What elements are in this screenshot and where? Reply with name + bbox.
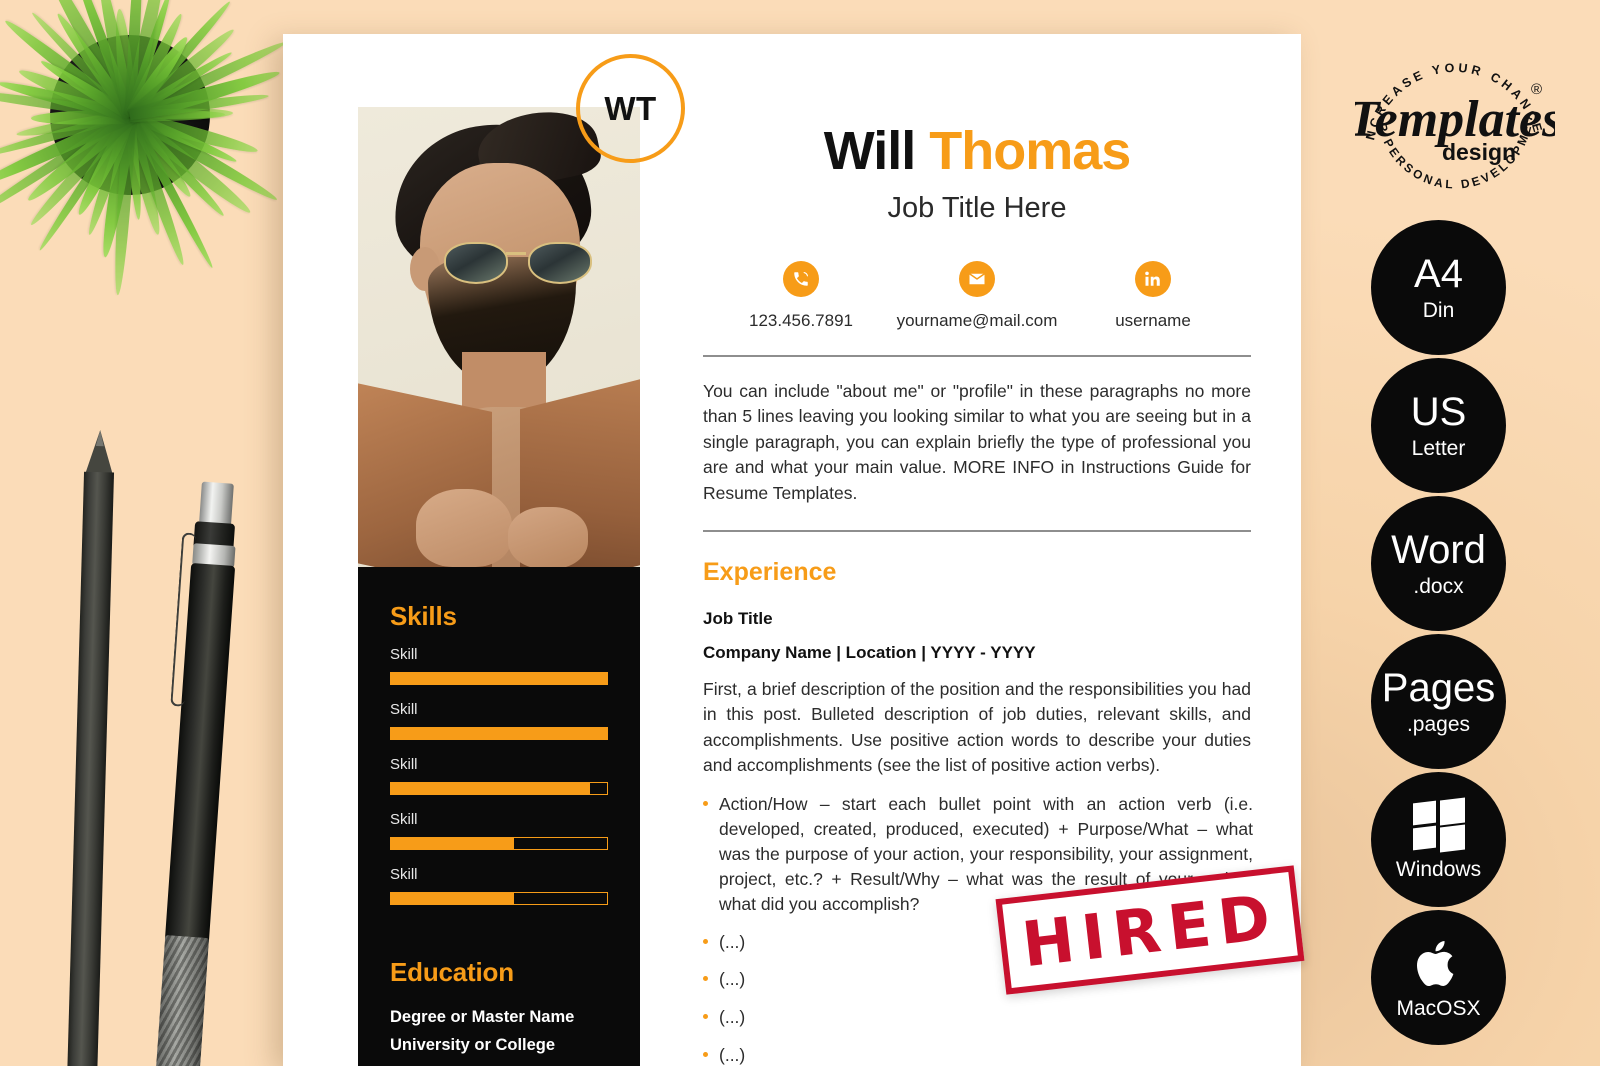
phone-icon (783, 261, 819, 297)
us-letter-badge-subtitle: Letter (1411, 437, 1466, 460)
portrait-sunglasses (444, 242, 592, 286)
contact-phone-value: 123.456.7891 (749, 311, 853, 330)
skill-bar-fill (391, 893, 515, 904)
email-icon (959, 261, 995, 297)
experience-job-title: Job Title (703, 608, 773, 628)
pages-badge: Pages .pages (1371, 634, 1506, 769)
education-entry: Degree or Master Name University or Coll… (358, 1008, 640, 1055)
contact-email[interactable]: yourname@mail.com (889, 261, 1065, 331)
skill-bar (390, 672, 608, 685)
skill-bar (390, 837, 608, 850)
candidate-name: Will Thomas (701, 124, 1253, 178)
education-school: University or College (390, 1036, 556, 1054)
skill-bar-fill (391, 838, 515, 849)
sunglasses-right-lens (528, 242, 592, 284)
windows-badge-label: Windows (1395, 858, 1482, 881)
a4-badge: A4 Din (1371, 220, 1506, 355)
skills-heading: Skills (390, 601, 457, 631)
hired-stamp-text: HIRED (1018, 879, 1282, 981)
svg-text:design: design (1442, 139, 1516, 165)
contact-phone[interactable]: 123.456.7891 (713, 261, 889, 331)
pen-cap (199, 481, 234, 526)
windows-logo-icon (1412, 797, 1465, 853)
experience-bullet: (...) (703, 1005, 1253, 1030)
us-letter-badge: US Letter (1371, 358, 1506, 493)
contact-email-value: yourname@mail.com (896, 311, 1058, 330)
skill-bar (390, 727, 608, 740)
sunglasses-left-lens (444, 242, 508, 284)
contact-linkedin[interactable]: username (1065, 261, 1241, 331)
divider-top (703, 355, 1251, 357)
monogram-badge: WT (576, 54, 685, 163)
templates-design-logo: INCREASE YOUR CHANCES FOR PERSONAL DEVEL… (1355, 28, 1555, 218)
macosx-badge: MacOSX (1371, 910, 1506, 1045)
experience-heading: Experience (703, 557, 837, 586)
windows-badge: Windows (1371, 772, 1506, 907)
skill-bar (390, 892, 608, 905)
mockup-stage: Skills Skill Skill Skill Skill Skill Educati… (0, 0, 1600, 1066)
skill-label: Skill (390, 646, 418, 663)
candidate-first-name: Will (823, 121, 917, 181)
pencil-lead (95, 430, 105, 447)
portrait-hand-left (416, 489, 512, 567)
candidate-job-title: Job Title Here (887, 192, 1067, 224)
macosx-badge-label: MacOSX (1396, 997, 1481, 1020)
skill-bar (390, 782, 608, 795)
experience-bullet: (...) (703, 1043, 1253, 1066)
experience-description: First, a brief description of the positi… (703, 678, 1251, 775)
contact-row: 123.456.7891 yourname@mail.com username (701, 261, 1253, 331)
monogram-initials: WT (604, 89, 657, 127)
skill-label: Skill (390, 756, 418, 773)
education-degree: Degree or Master Name (390, 1008, 575, 1026)
a4-badge-subtitle: Din (1422, 299, 1455, 322)
pages-badge-title: Pages (1381, 666, 1496, 710)
linkedin-icon (1135, 261, 1171, 297)
resume-left-column: Skills Skill Skill Skill Skill Skill Educati… (358, 34, 640, 1066)
sunglasses-bridge (506, 252, 526, 255)
education-heading: Education (390, 957, 514, 987)
candidate-last-name: Thomas (929, 121, 1131, 181)
skill-bar-fill (391, 783, 590, 794)
experience-company-line: Company Name | Location | YYYY - YYYY (703, 642, 1036, 662)
sidebar-dark-panel: Skills Skill Skill Skill Skill Skill Educati… (358, 567, 640, 1066)
pages-badge-subtitle: .pages (1406, 713, 1471, 736)
word-badge-subtitle: .docx (1413, 575, 1464, 598)
skill-label: Skill (390, 866, 418, 883)
skill-label: Skill (390, 701, 418, 718)
divider-bottom (703, 529, 1251, 532)
skill-label: Skill (390, 811, 418, 828)
us-letter-badge-title: US (1410, 390, 1467, 434)
a4-badge-title: A4 (1414, 252, 1463, 296)
format-badge-rail: INCREASE YOUR CHANCES FOR PERSONAL DEVEL… (1333, 14, 1583, 1054)
profile-photo (358, 107, 640, 567)
svg-text:®: ® (1531, 81, 1542, 98)
portrait-hand-right (508, 507, 588, 567)
profile-paragraph: You can include "about me" or "profile" … (703, 381, 1251, 503)
pen-grip (151, 935, 210, 1066)
word-badge-title: Word (1391, 528, 1486, 572)
skill-bar-fill (391, 728, 607, 739)
contact-linkedin-value: username (1115, 311, 1191, 330)
word-badge: Word .docx (1371, 496, 1506, 631)
skills-list: Skill Skill Skill Skill Skill (358, 646, 640, 905)
apple-logo-icon (1416, 941, 1453, 987)
skill-bar-fill (391, 673, 607, 684)
